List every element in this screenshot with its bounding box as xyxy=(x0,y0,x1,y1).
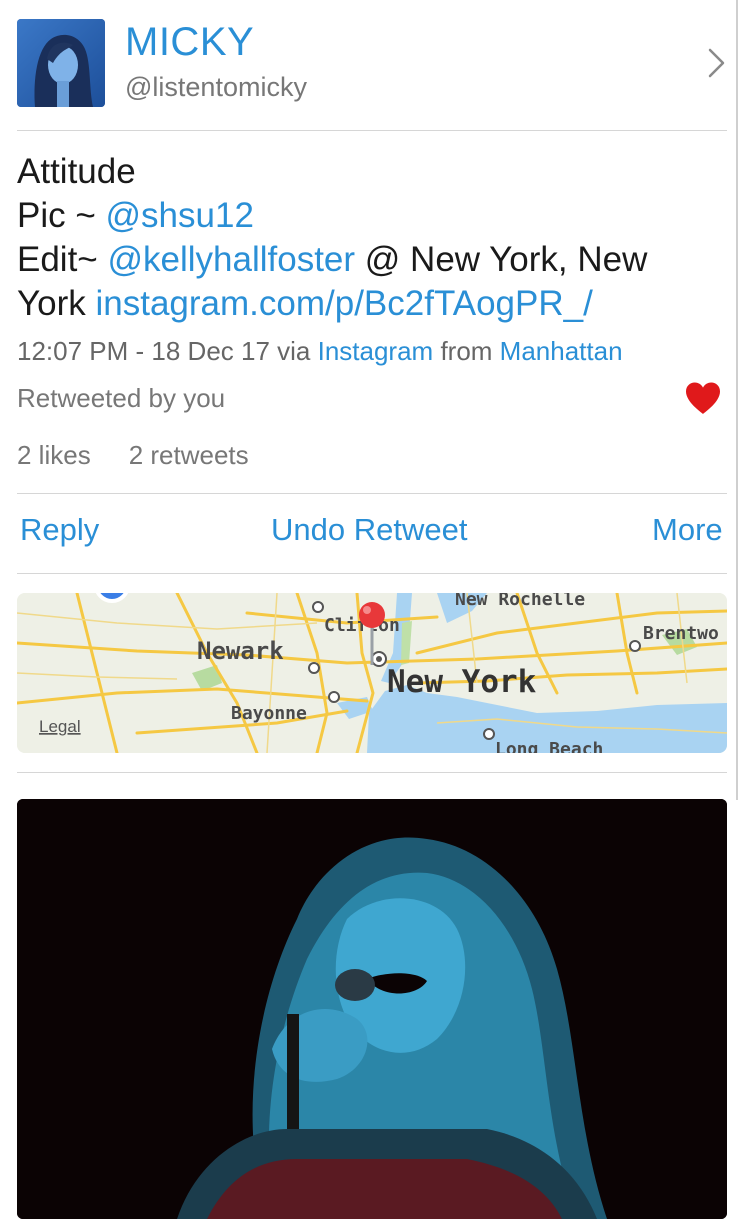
reply-button[interactable]: Reply xyxy=(20,512,99,548)
divider xyxy=(17,130,727,131)
map-label: Newark xyxy=(197,637,284,665)
heart-icon[interactable] xyxy=(684,381,722,415)
tweet-line: Pic ~ @shsu12 xyxy=(17,194,717,238)
mention-link[interactable]: @shsu12 xyxy=(106,196,254,235)
divider xyxy=(17,493,727,494)
tweet-photo[interactable] xyxy=(17,799,727,1219)
undo-retweet-button[interactable]: Undo Retweet xyxy=(271,512,467,548)
map-label: Bayonne xyxy=(231,703,307,724)
user-handle[interactable]: @listentomicky xyxy=(125,72,307,103)
tweet-text-segment: @ New York, New xyxy=(355,240,648,279)
more-button[interactable]: More xyxy=(652,512,723,548)
map-label: New York xyxy=(387,664,537,700)
map-label: Brentwo xyxy=(643,623,719,644)
retweeted-by: Retweeted by you xyxy=(17,383,226,413)
tweet-line: Edit~ @kellyhallfoster @ New York, New xyxy=(17,238,717,282)
place-link[interactable]: Manhattan xyxy=(500,336,623,366)
avatar[interactable] xyxy=(17,19,105,107)
divider xyxy=(17,772,727,773)
tweet-text: Attitude Pic ~ @shsu12 Edit~ @kellyhallf… xyxy=(17,150,717,326)
display-name[interactable]: MICKY xyxy=(125,20,254,65)
source-app-link[interactable]: Instagram xyxy=(318,336,434,366)
tweet-text-segment: Attitude xyxy=(17,152,136,191)
tweet-line: York instagram.com/p/Bc2fTAogPR_/ xyxy=(17,282,717,326)
location-map[interactable]: New Rochelle Clifton Newark New York Bay… xyxy=(17,593,727,753)
timestamp: 12:07 PM - 18 Dec 17 xyxy=(17,336,270,366)
mention-link[interactable]: @kellyhallfoster xyxy=(107,240,355,279)
map-label: New Rochelle xyxy=(455,593,585,610)
url-link[interactable]: instagram.com/p/Bc2fTAogPR_/ xyxy=(95,284,592,323)
likes-count[interactable]: 2 likes xyxy=(17,440,91,470)
tweet-text-segment: York xyxy=(17,284,96,323)
retweets-count[interactable]: 2 retweets xyxy=(129,440,249,470)
tweet-text-segment: Pic ~ xyxy=(17,196,106,235)
tweet-line: Attitude xyxy=(17,150,717,194)
tweet-text-segment: Edit~ xyxy=(17,240,108,279)
map-label: Long Beach xyxy=(495,739,603,753)
tweet-stats: 2 likes 2 retweets xyxy=(17,440,249,471)
from-label: from xyxy=(433,336,500,366)
divider xyxy=(17,573,727,574)
map-legal-link[interactable]: Legal xyxy=(39,717,81,736)
via-label: via xyxy=(269,336,318,366)
chevron-right-icon[interactable] xyxy=(704,46,728,80)
tweet-meta: 12:07 PM - 18 Dec 17 via Instagram from … xyxy=(17,336,623,367)
